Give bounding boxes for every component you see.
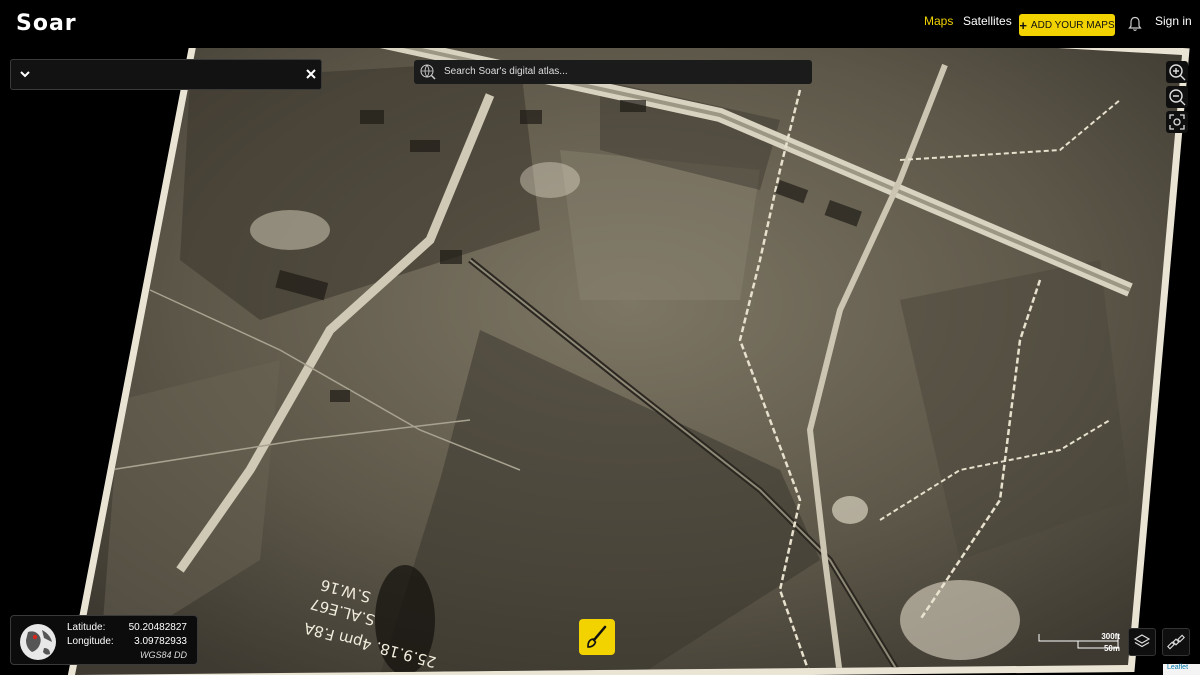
zoom-out-icon bbox=[1169, 89, 1186, 106]
coordinates-panel: Latitude: 50.20482827 Longitude: 3.09782… bbox=[10, 615, 198, 665]
scale-bar: 300ft 50m bbox=[1038, 632, 1120, 654]
plus-icon: + bbox=[1019, 17, 1027, 33]
locate-icon bbox=[1169, 114, 1185, 130]
scale-meters: 50m bbox=[1103, 644, 1120, 653]
longitude-label: Longitude: bbox=[67, 636, 114, 647]
globe-search-icon bbox=[420, 64, 436, 80]
aerial-photo-overlay[interactable]: 25.9.18. 4pm F.8A S.AL.E67 S.W.16 bbox=[0, 0, 1200, 675]
latitude-label: Latitude: bbox=[67, 622, 106, 633]
nav-maps[interactable]: Maps bbox=[924, 14, 953, 28]
add-your-maps-button[interactable]: + ADD YOUR MAPS bbox=[1019, 14, 1115, 36]
zoom-in-button[interactable] bbox=[1166, 61, 1188, 83]
map-info-panel bbox=[10, 59, 322, 90]
satellite-icon bbox=[1167, 634, 1185, 650]
close-icon[interactable] bbox=[305, 68, 317, 80]
latitude-value: 50.20482827 bbox=[128, 622, 187, 633]
zoom-out-button[interactable] bbox=[1166, 86, 1188, 108]
map-canvas[interactable]: 25.9.18. 4pm F.8A S.AL.E67 S.W.16 bbox=[0, 0, 1200, 675]
zoom-in-icon bbox=[1169, 64, 1186, 81]
leaflet-attribution[interactable]: Leaflet bbox=[1163, 664, 1200, 675]
chevron-down-icon[interactable] bbox=[19, 68, 31, 80]
satellite-button[interactable] bbox=[1162, 628, 1190, 656]
globe-icon bbox=[20, 624, 56, 660]
add-your-maps-label: ADD YOUR MAPS bbox=[1030, 19, 1115, 31]
sign-in-link[interactable]: Sign in bbox=[1155, 14, 1192, 28]
bell-icon[interactable] bbox=[1128, 16, 1142, 32]
locate-button[interactable] bbox=[1166, 111, 1188, 133]
longitude-value: 3.09782933 bbox=[134, 636, 187, 647]
draw-tool-button[interactable] bbox=[579, 619, 615, 655]
layers-icon bbox=[1133, 634, 1151, 648]
layers-button[interactable] bbox=[1128, 628, 1156, 656]
top-nav-bar: Soar Maps Satellites + ADD YOUR MAPS Sig… bbox=[0, 0, 1200, 48]
brush-icon bbox=[587, 625, 607, 648]
nav-satellites[interactable]: Satellites bbox=[963, 14, 1012, 28]
crs-label: WGS84 DD bbox=[139, 650, 187, 660]
scale-feet: 300ft bbox=[1101, 632, 1120, 641]
search-input[interactable]: Search Soar's digital atlas... bbox=[414, 60, 812, 84]
leaflet-attribution-text: Leaflet bbox=[1167, 664, 1189, 671]
soar-logo[interactable]: Soar bbox=[16, 11, 77, 36]
search-placeholder: Search Soar's digital atlas... bbox=[444, 66, 568, 77]
